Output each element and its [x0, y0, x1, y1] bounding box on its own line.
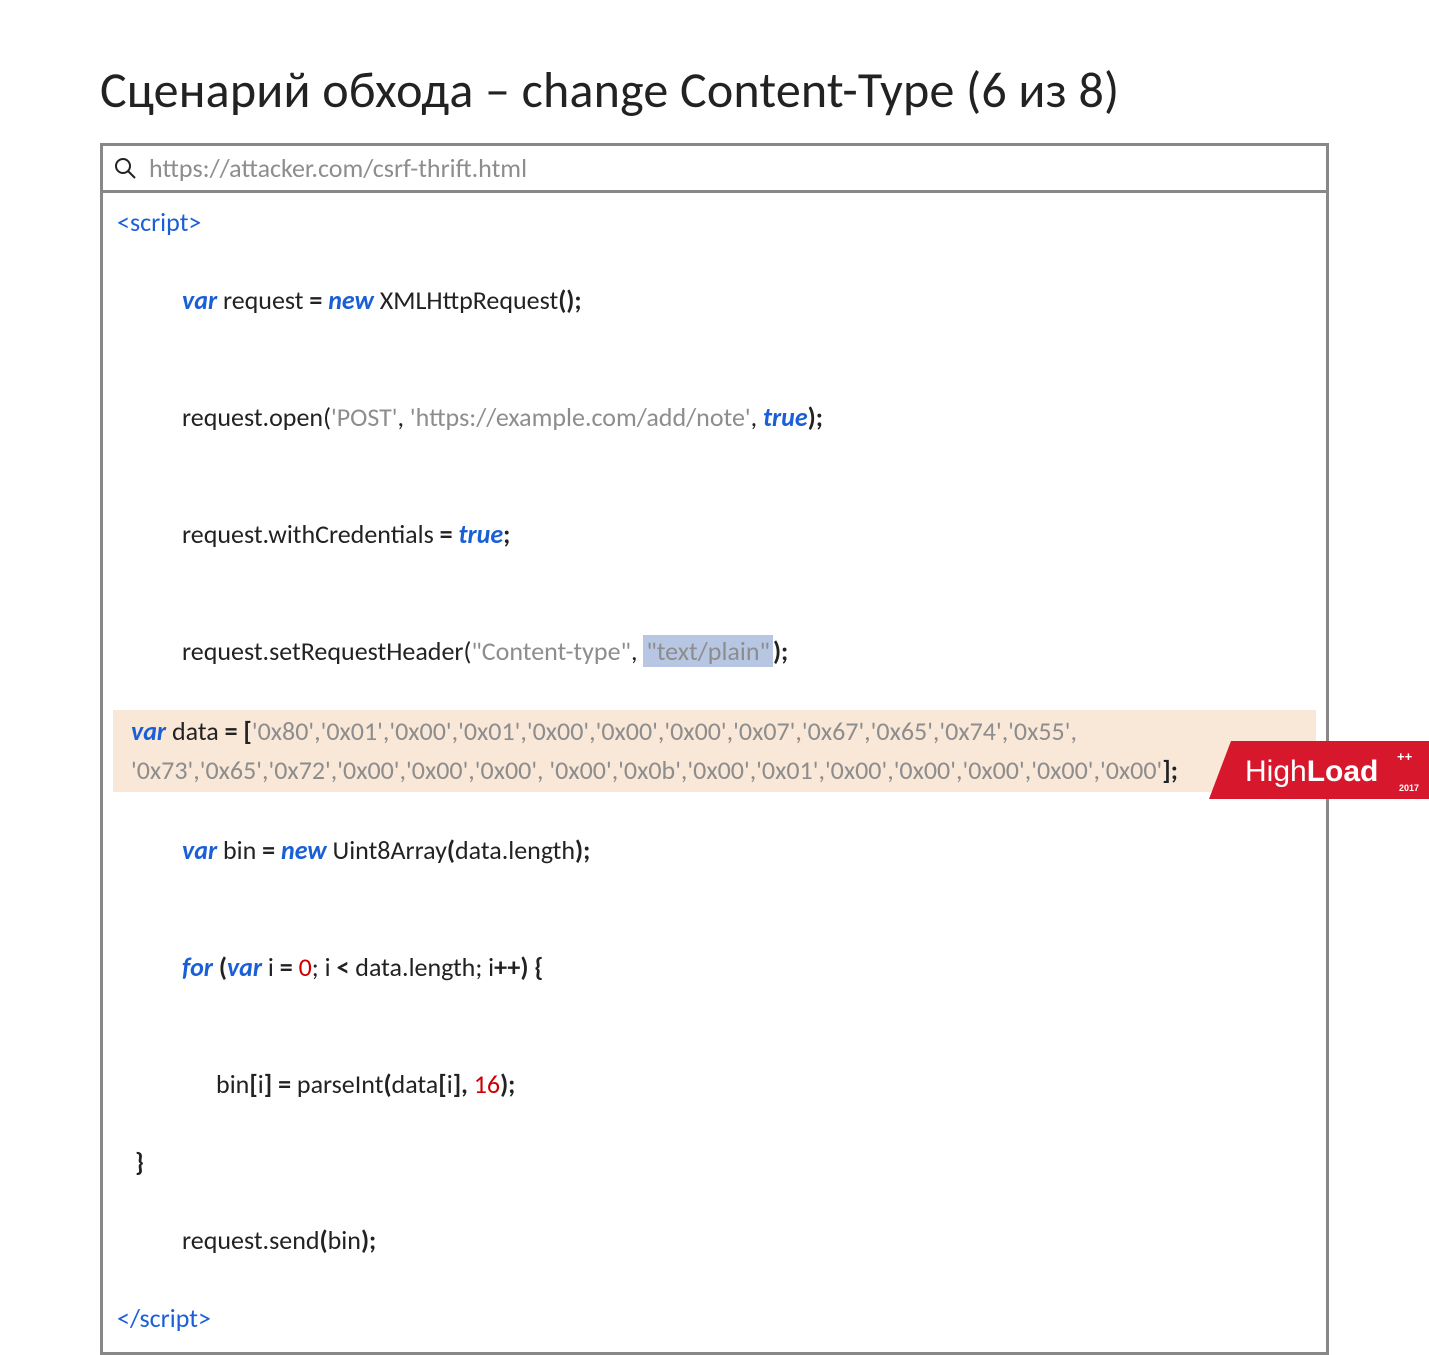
url-bar: https://attacker.com/csrf-thrift.html — [103, 146, 1326, 193]
url-text: https://attacker.com/csrf-thrift.html — [149, 152, 527, 184]
svg-text:2017: 2017 — [1399, 783, 1419, 793]
code-tag: <script> — [117, 206, 201, 238]
search-icon — [113, 156, 137, 180]
slide-title: Сценарий обхода – change Content-Type (6… — [100, 60, 1329, 121]
highload-logo: HighLoad ++ 2017 — [1209, 741, 1429, 804]
svg-text:++: ++ — [1397, 749, 1413, 764]
code-tag-close: </script> — [117, 1302, 211, 1334]
code-block: <script> var request = new XMLHttpReques… — [103, 193, 1326, 1352]
browser-mock: https://attacker.com/csrf-thrift.html <s… — [100, 143, 1329, 1355]
highlight-text-plain: "text/plain" — [643, 635, 773, 667]
slide: Сценарий обхода – change Content-Type (6… — [0, 0, 1429, 1355]
highlight-data-array: var data = ['0x80','0x01','0x00','0x01',… — [113, 710, 1316, 792]
svg-text:HighLoad: HighLoad — [1245, 755, 1378, 788]
